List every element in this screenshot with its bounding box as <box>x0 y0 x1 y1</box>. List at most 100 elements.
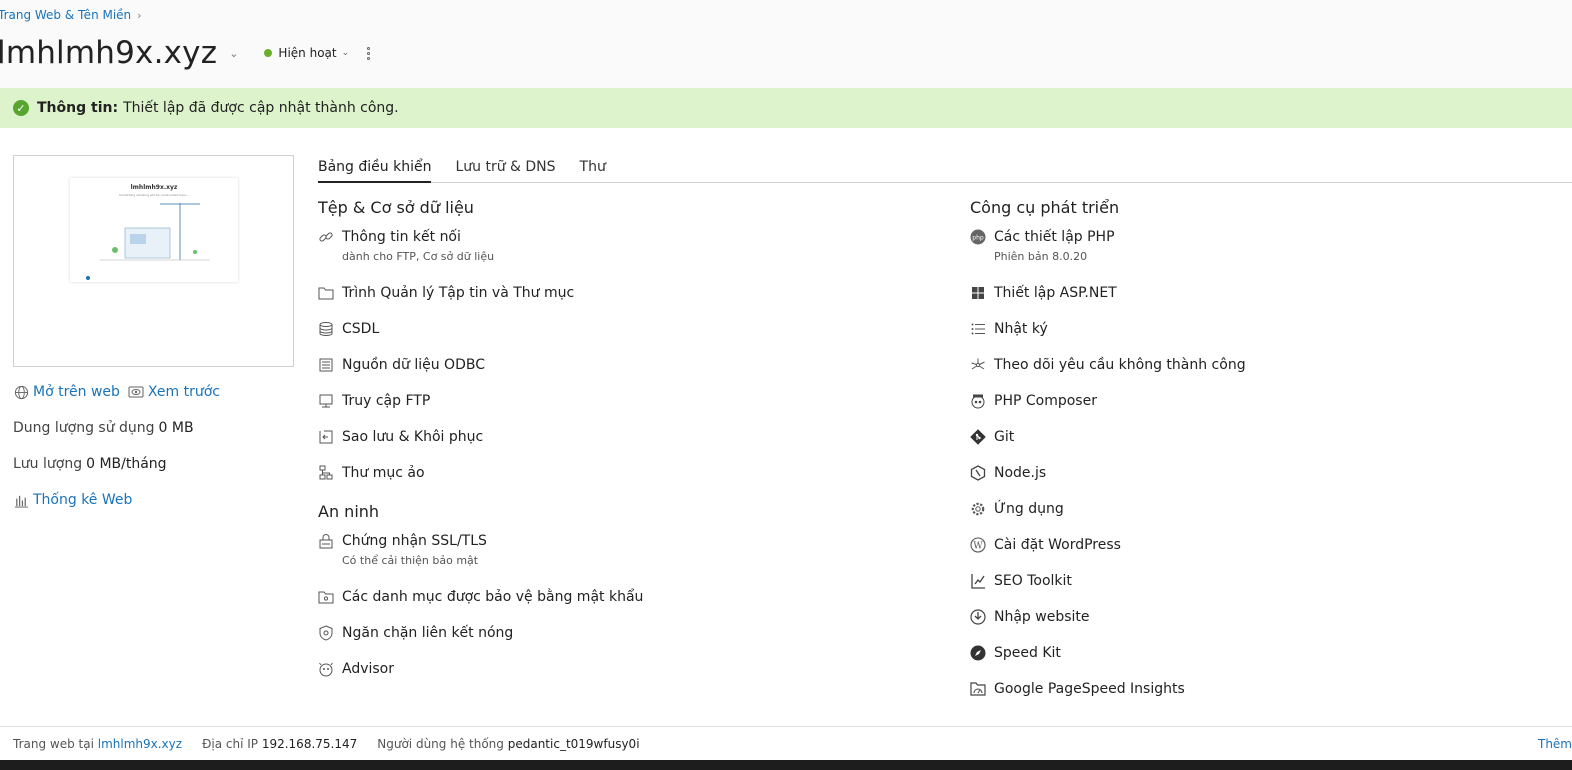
tool-aspnet[interactable]: Thiết lập ASP.NET <box>970 284 1246 320</box>
tool-pagespeed-insights[interactable]: Google PageSpeed Insights <box>970 680 1246 716</box>
advisor-icon <box>318 661 334 677</box>
tool-file-manager[interactable]: Trình Quản lý Tập tin và Thư mục <box>318 284 643 320</box>
taskbar-strip <box>0 760 1572 770</box>
pagespeed-icon <box>970 681 986 697</box>
disk-usage-value: 0 MB <box>158 420 194 436</box>
tool-advisor[interactable]: Advisor <box>318 660 643 696</box>
link-icon <box>318 229 334 245</box>
tab-mail[interactable]: Thư <box>580 155 606 183</box>
tool-label: Cài đặt WordPress <box>994 537 1121 553</box>
tool-php-composer[interactable]: PHP Composer <box>970 392 1246 428</box>
site-actions-row: Mở trên web Xem trước <box>13 382 220 402</box>
tool-sublabel: Phiên bản 8.0.20 <box>994 250 1088 263</box>
tool-ftp-access[interactable]: Truy cập FTP <box>318 392 643 428</box>
tool-label: Nhập website <box>994 609 1090 625</box>
footer-user: Người dùng hệ thống pedantic_t019wfusy0i <box>377 737 639 751</box>
tool-label: Advisor <box>342 661 395 677</box>
ssl-icon <box>318 533 334 549</box>
site-preview-image: lmhlmh9x.xyz Something amazing will be c… <box>70 178 238 282</box>
footer-site-label: Trang web tại <box>13 736 94 751</box>
aspnet-icon <box>970 285 986 301</box>
gear-icon <box>970 501 986 517</box>
nodejs-icon <box>970 465 986 481</box>
preview-link[interactable]: Xem trước <box>148 384 220 400</box>
tool-seo-toolkit[interactable]: SEO Toolkit <box>970 572 1246 608</box>
tool-databases[interactable]: CSDL <box>318 320 643 356</box>
protected-folder-icon <box>318 589 334 605</box>
logs-icon <box>970 321 986 337</box>
tool-sublabel: Có thể cải thiện bảo mật <box>342 554 479 567</box>
traffic-label: Lưu lượng <box>13 456 83 472</box>
footer-user-value: pedantic_t019wfusy0i <box>507 736 640 751</box>
tool-label: CSDL <box>342 321 380 337</box>
breadcrumb-domains-link[interactable]: Trang Web & Tên Miền <box>0 8 131 22</box>
rocket-icon <box>970 645 986 661</box>
info-label: Thông tin: <box>37 100 119 116</box>
chevron-right-icon: › <box>137 8 142 22</box>
tool-virtual-directories[interactable]: Thư mục ảo <box>318 464 643 500</box>
git-icon <box>970 429 986 445</box>
tool-password-protected-dirs[interactable]: Các danh mục được bảo vệ bằng mật khẩu <box>318 588 643 624</box>
chevron-down-icon[interactable]: ⌄ <box>229 47 238 60</box>
tool-label: Thông tin kết nối <box>342 229 461 245</box>
footer-more-link[interactable]: Thêm <box>1538 737 1572 751</box>
tool-sublabel: dành cho FTP, Cơ sở dữ liệu <box>342 250 495 263</box>
web-stats-row: Thống kê Web <box>13 490 220 510</box>
tool-ssl-certificates[interactable]: Chứng nhận SSL/TLS Có thể cải thiện bảo m… <box>318 532 643 588</box>
tool-label: Nhật ký <box>994 321 1048 337</box>
site-info-footer: Trang web tại lmhlmh9x.xyz Địa chỉ IP 19… <box>0 726 1572 760</box>
site-preview-thumbnail[interactable]: lmhlmh9x.xyz Something amazing will be c… <box>13 155 294 367</box>
tool-import-website[interactable]: Nhập website <box>970 608 1246 644</box>
svg-text:php: php <box>972 235 984 242</box>
tool-wordpress[interactable]: W Cài đặt WordPress <box>970 536 1246 572</box>
web-stats-link[interactable]: Thống kê Web <box>33 492 132 508</box>
trace-icon <box>970 357 986 373</box>
dev-section-title: Công cụ phát triển <box>970 198 1120 217</box>
bar-chart-icon <box>13 492 29 508</box>
disk-usage: Dung lượng sử dụng 0 MB <box>13 418 220 438</box>
tool-failed-request-tracing[interactable]: Theo dõi yêu cầu không thành công <box>970 356 1246 392</box>
tool-label: Thư mục ảo <box>342 465 425 481</box>
status-dropdown[interactable]: Hiện hoạt ⌄ <box>264 46 349 60</box>
tool-odbc[interactable]: Nguồn dữ liệu ODBC <box>318 356 643 392</box>
tab-hosting-dns[interactable]: Lưu trữ & DNS <box>455 155 555 183</box>
tab-dashboard[interactable]: Bảng điều khiển <box>318 155 432 183</box>
chevron-down-icon: ⌄ <box>341 48 350 58</box>
virtual-dir-icon <box>318 465 334 481</box>
tab-bar: Bảng điều khiển Lưu trữ & DNS Thư <box>318 155 1572 183</box>
tool-label: Google PageSpeed Insights <box>994 681 1185 697</box>
tool-label: Các danh mục được bảo vệ bằng mật khẩu <box>342 589 644 605</box>
tool-speed-kit[interactable]: Speed Kit <box>970 644 1246 680</box>
footer-user-label: Người dùng hệ thống <box>377 736 504 751</box>
tool-applications[interactable]: Ứng dụng <box>970 500 1246 536</box>
dev-tools-column: Công cụ phát triển php Các thiết lập PHP… <box>970 198 1246 716</box>
footer-ip-label: Địa chỉ IP <box>202 736 258 751</box>
wordpress-icon: W <box>970 537 986 553</box>
construction-illustration <box>86 203 210 280</box>
tool-label: Theo dõi yêu cầu không thành công <box>994 357 1246 373</box>
tool-git[interactable]: Git <box>970 428 1246 464</box>
success-message: ✓ Thông tin: Thiết lập đã được cập nhật … <box>0 88 1572 128</box>
tool-connection-info[interactable]: Thông tin kết nối dành cho FTP, Cơ sở dữ … <box>318 228 643 284</box>
tool-hotlink-protection[interactable]: Ngăn chặn liên kết nóng <box>318 624 643 660</box>
security-section-title: An ninh <box>318 502 380 521</box>
status-label: Hiện hoạt <box>278 46 337 60</box>
tool-php-settings[interactable]: php Các thiết lập PHP Phiên bản 8.0.20 <box>970 228 1246 284</box>
tool-logs[interactable]: Nhật ký <box>970 320 1246 356</box>
tool-label: Speed Kit <box>994 645 1061 661</box>
footer-ip-value: 192.168.75.147 <box>261 736 358 751</box>
footer-site-link[interactable]: lmhlmh9x.xyz <box>98 737 182 751</box>
tool-label: Node.js <box>994 465 1047 481</box>
files-security-column: Tệp & Cơ sở dữ liệu Thông tin kết nối dàn… <box>318 198 643 696</box>
tool-label: Ứng dụng <box>994 501 1064 517</box>
traffic-value: 0 MB/tháng <box>86 456 167 472</box>
tool-backup[interactable]: Sao lưu & Khôi phục <box>318 428 643 464</box>
open-on-web-link[interactable]: Mở trên web <box>33 384 120 400</box>
more-options-icon[interactable] <box>367 46 371 60</box>
tool-label: PHP Composer <box>994 393 1097 409</box>
status-dot-icon <box>264 49 273 57</box>
footer-site: Trang web tại lmhlmh9x.xyz <box>13 737 182 751</box>
tool-label: Trình Quản lý Tập tin và Thư mục <box>342 285 575 301</box>
globe-icon <box>13 384 29 400</box>
tool-nodejs[interactable]: Node.js <box>970 464 1246 500</box>
